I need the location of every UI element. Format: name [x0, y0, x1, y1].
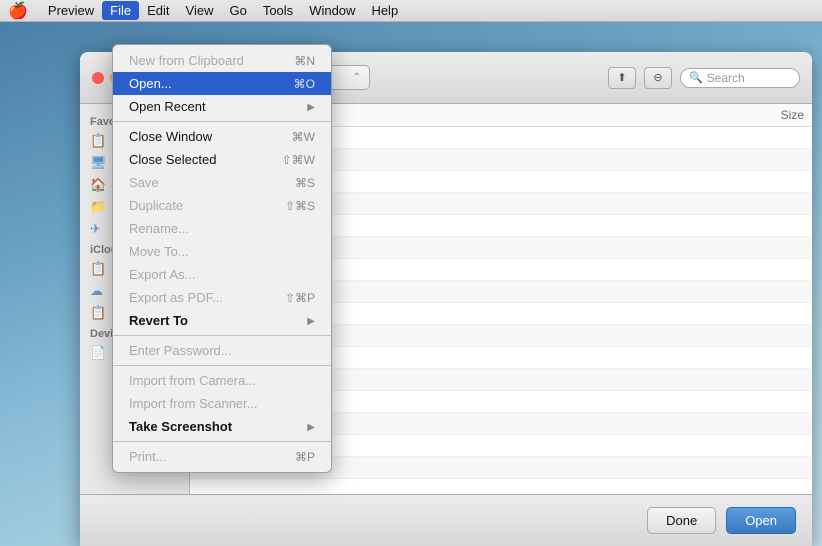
- menu-item-open[interactable]: Open... ⌘O: [113, 72, 331, 95]
- menu-item-close-selected[interactable]: Close Selected ⇧⌘W: [113, 148, 331, 171]
- sidebar-icon-icloud-2: ☁: [90, 283, 103, 299]
- column-size-header: Size: [744, 108, 804, 122]
- menu-item-new-from-clipboard[interactable]: New from Clipboard ⌘N: [113, 49, 331, 72]
- menu-edit[interactable]: Edit: [139, 1, 177, 20]
- sidebar-icon-icloud-3: 📋: [90, 305, 106, 321]
- sidebar-icon-2: 🖥: [90, 155, 107, 171]
- menu-item-import-scanner-label: Import from Scanner...: [129, 396, 315, 411]
- menu-separator-2: [113, 335, 331, 336]
- menu-item-new-from-clipboard-shortcut: ⌘N: [294, 54, 315, 68]
- menu-item-duplicate-label: Duplicate: [129, 198, 277, 213]
- menu-item-enter-password[interactable]: Enter Password...: [113, 339, 331, 362]
- menu-help[interactable]: Help: [363, 1, 406, 20]
- menu-item-rename-label: Rename...: [129, 221, 315, 236]
- sidebar-icon-3: 🏠: [90, 177, 106, 193]
- menu-item-save-label: Save: [129, 175, 287, 190]
- menu-item-move-to[interactable]: Move To...: [113, 240, 331, 263]
- search-placeholder: Search: [707, 71, 745, 85]
- menu-item-take-screenshot-label: Take Screenshot: [129, 419, 307, 434]
- menu-item-export-as-pdf-shortcut: ⇧⌘P: [285, 291, 315, 305]
- menu-view[interactable]: View: [178, 1, 222, 20]
- sidebar-icon-documents: 📄: [90, 345, 106, 361]
- menu-item-duplicate[interactable]: Duplicate ⇧⌘S: [113, 194, 331, 217]
- menu-separator-3: [113, 365, 331, 366]
- apple-menu[interactable]: 🍎: [8, 1, 28, 21]
- done-button[interactable]: Done: [647, 507, 716, 534]
- menu-item-open-recent-arrow: [307, 101, 315, 113]
- menu-item-duplicate-shortcut: ⇧⌘S: [285, 199, 315, 213]
- search-icon: 🔍: [689, 71, 703, 84]
- file-menu-dropdown: New from Clipboard ⌘N Open... ⌘O Open Re…: [112, 44, 332, 473]
- menu-item-open-recent-label: Open Recent: [129, 99, 307, 114]
- sidebar-icon-icloud-1: 📋: [90, 261, 106, 277]
- open-button[interactable]: Open: [726, 507, 796, 534]
- menu-item-open-label: Open...: [129, 76, 286, 91]
- menu-tools[interactable]: Tools: [255, 1, 301, 20]
- finder-bottom-bar: Done Open: [80, 494, 812, 546]
- menu-item-move-to-label: Move To...: [129, 244, 315, 259]
- share-button[interactable]: ⬆: [608, 67, 636, 89]
- menu-item-import-camera-label: Import from Camera...: [129, 373, 315, 388]
- menu-item-revert-to-arrow: [307, 315, 315, 327]
- menu-item-print-shortcut: ⌘P: [295, 450, 315, 464]
- menu-item-export-as[interactable]: Export As...: [113, 263, 331, 286]
- menu-window[interactable]: Window: [301, 1, 363, 20]
- menu-item-export-as-label: Export As...: [129, 267, 315, 282]
- menu-item-revert-to[interactable]: Revert To: [113, 309, 331, 332]
- menu-file[interactable]: File: [102, 1, 139, 20]
- menu-item-enter-password-label: Enter Password...: [129, 343, 315, 358]
- menu-item-print[interactable]: Print... ⌘P: [113, 445, 331, 468]
- menu-bar: 🍎 Preview File Edit View Go Tools Window…: [0, 0, 822, 22]
- menu-preview[interactable]: Preview: [40, 1, 102, 20]
- search-box[interactable]: 🔍 Search: [680, 68, 800, 88]
- desktop: ☰ 📁 IMAGE PRIMING ⌃ ⬆ ⊖ 🔍 Search Favorit…: [0, 22, 822, 546]
- menu-item-open-shortcut: ⌘O: [294, 77, 315, 91]
- menu-item-take-screenshot-arrow: [307, 421, 315, 433]
- menu-item-export-as-pdf-label: Export as PDF...: [129, 290, 277, 305]
- menu-item-import-camera[interactable]: Import from Camera...: [113, 369, 331, 392]
- table-row: [190, 479, 812, 494]
- menu-separator-1: [113, 121, 331, 122]
- menu-item-new-from-clipboard-label: New from Clipboard: [129, 53, 286, 68]
- menu-item-revert-to-label: Revert To: [129, 313, 307, 328]
- menu-item-close-window[interactable]: Close Window ⌘W: [113, 125, 331, 148]
- menu-item-take-screenshot[interactable]: Take Screenshot: [113, 415, 331, 438]
- menu-item-close-selected-shortcut: ⇧⌘W: [282, 153, 315, 167]
- menu-item-export-as-pdf[interactable]: Export as PDF... ⇧⌘P: [113, 286, 331, 309]
- menu-item-open-recent[interactable]: Open Recent: [113, 95, 331, 118]
- menu-item-import-scanner[interactable]: Import from Scanner...: [113, 392, 331, 415]
- sidebar-icon-5: ✈: [90, 221, 101, 237]
- action-button[interactable]: ⊖: [644, 67, 672, 89]
- menu-item-rename[interactable]: Rename...: [113, 217, 331, 240]
- menu-item-close-window-label: Close Window: [129, 129, 284, 144]
- sidebar-icon-4: 📁: [90, 199, 106, 215]
- menu-item-save[interactable]: Save ⌘S: [113, 171, 331, 194]
- folder-chevron-icon: ⌃: [353, 72, 361, 83]
- menu-item-save-shortcut: ⌘S: [295, 176, 315, 190]
- menu-item-close-selected-label: Close Selected: [129, 152, 274, 167]
- sidebar-icon-1: 📋: [90, 133, 106, 149]
- menu-separator-4: [113, 441, 331, 442]
- menu-item-close-window-shortcut: ⌘W: [292, 130, 315, 144]
- menu-go[interactable]: Go: [221, 1, 254, 20]
- menu-item-print-label: Print...: [129, 449, 287, 464]
- close-window-button[interactable]: [92, 72, 104, 84]
